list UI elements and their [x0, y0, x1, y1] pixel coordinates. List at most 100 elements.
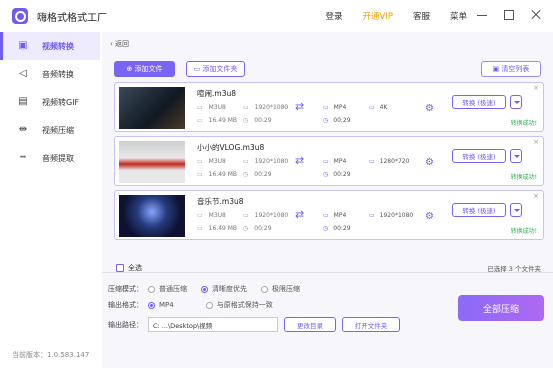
format-icon: ▭ [197, 212, 203, 219]
vip-link[interactable]: 开通VIP [363, 10, 393, 22]
status-text: 转换成功! [510, 228, 537, 235]
convert-button[interactable]: 转换 (极速) [452, 203, 506, 217]
remove-file-icon[interactable]: × [533, 192, 539, 200]
output-resolution: ▭ 4K [369, 104, 387, 111]
service-link[interactable]: 客服 [413, 10, 430, 22]
divider [102, 272, 553, 273]
status-text: 转换成功! [510, 120, 537, 127]
resolution-icon: ▭ [243, 158, 249, 165]
input-format-value: M3U8 [208, 212, 226, 219]
radio-normal-compress[interactable]: 普通压缩 [148, 284, 187, 294]
folder-icon: ▭ [197, 117, 203, 124]
radio-extreme-compress[interactable]: 极限压缩 [261, 284, 300, 294]
settings-gear-icon[interactable]: ⚙ [425, 157, 434, 168]
convert-button[interactable]: 转换 (极速) [452, 95, 506, 109]
convert-dropdown-icon[interactable] [510, 95, 522, 109]
sidebar-item-video-convert[interactable]: ▣ 视频转换 [0, 32, 100, 60]
radio-mp4[interactable]: MP4 [148, 301, 174, 309]
back-button[interactable]: ‹ 返回 [110, 39, 129, 49]
sidebar-item-audio-convert[interactable]: ◁ 音频转换 [0, 60, 100, 88]
convert-dropdown-icon[interactable] [510, 203, 522, 217]
resolution-icon: ▭ [243, 212, 249, 219]
convert-dropdown-icon[interactable] [510, 149, 522, 163]
output-resolution-value: 1280*720 [379, 158, 410, 165]
checkbox-icon[interactable] [116, 264, 124, 272]
clear-list-button[interactable]: ▣ 清空列表 [481, 61, 541, 77]
input-resolution: ▭ 1920*1080 [243, 158, 288, 165]
change-directory-button[interactable]: 更改目录 [284, 317, 336, 332]
output-duration: ◷ 00:29 [323, 225, 351, 232]
sidebar-item-video-to-gif[interactable]: ▤ 视频转GIF [0, 88, 100, 116]
sidebar-item-label: 音频提取 [42, 153, 74, 163]
maximize-icon[interactable] [504, 10, 514, 20]
input-format: ▭ M3U8 [197, 104, 226, 111]
main-panel: ‹ 返回 ⊕ 添加文件 ▭ 添加文件夹 ▣ 清空列表 喧闹.m3u8 ▭ M3U8… [102, 32, 553, 368]
remove-file-icon[interactable]: × [533, 138, 539, 146]
file-card: 喧闹.m3u8 ▭ M3U8 ▭ 1920*1080 ▭ 16.49 MB ◷ 00:2… [114, 82, 544, 132]
output-format-row: 输出格式： MP4 与原格式保持一致 [108, 300, 287, 310]
sidebar-item-audio-extract[interactable]: ┅ 音频提取 [0, 144, 100, 172]
output-resolution-value: 4K [379, 104, 388, 111]
radio-icon[interactable] [201, 285, 208, 293]
clock-icon: ◷ [243, 225, 249, 232]
radio-icon[interactable] [148, 301, 155, 309]
input-resolution-value: 1920*1080 [254, 104, 289, 111]
file-name: 小小的VLOG.m3u8 [197, 143, 265, 152]
settings-gear-icon[interactable]: ⚙ [425, 103, 434, 114]
gif-icon: ▤ [18, 96, 28, 107]
status-text: 转换成功! [510, 174, 537, 181]
clock-icon: ◷ [243, 117, 249, 124]
folder-icon: ▭ [197, 171, 203, 178]
resolution-icon: ▭ [369, 212, 375, 219]
radio-clarity-first[interactable]: 清晰度优先 [201, 284, 247, 294]
output-resolution: ▭ 1920*1080 [369, 212, 413, 219]
file-name: 音乐节.m3u8 [197, 197, 244, 206]
add-folder-button[interactable]: ▭ 添加文件夹 [186, 61, 245, 77]
resolution-icon: ▭ [369, 104, 375, 111]
add-file-button[interactable]: ⊕ 添加文件 [114, 61, 175, 77]
sidebar-item-video-compress[interactable]: ⇹ 视频压缩 [0, 116, 100, 144]
top-menu: 登录 开通VIP 客服 菜单 [326, 0, 468, 32]
format-icon: ▭ [197, 158, 203, 165]
login-link[interactable]: 登录 [326, 10, 343, 22]
output-path-row: 输出路径： C: ...\Desktop\视频 更改目录 打开文件夹 [108, 317, 400, 332]
output-format-value: MP4 [333, 212, 347, 219]
input-duration: ◷ 00:29 [243, 117, 272, 124]
input-duration: ◷ 00:29 [243, 225, 272, 232]
remove-file-icon[interactable]: × [533, 84, 539, 92]
output-resolution-value: 1920*1080 [379, 212, 414, 219]
add-folder-label: 添加文件夹 [202, 65, 238, 73]
resolution-icon: ▭ [369, 158, 375, 165]
settings-gear-icon[interactable]: ⚙ [425, 211, 434, 222]
open-folder-button[interactable]: 打开文件夹 [342, 317, 400, 332]
radio-icon[interactable] [261, 285, 268, 293]
menu-link[interactable]: 菜单 [450, 10, 467, 22]
format-icon: ▭ [197, 104, 203, 111]
minimize-icon[interactable] [477, 10, 487, 20]
radio-label: MP4 [159, 301, 174, 309]
compress-all-button[interactable]: 全部压缩 [458, 295, 544, 321]
input-format: ▭ M3U8 [197, 212, 226, 219]
input-duration-value: 00:29 [254, 171, 272, 178]
output-format-value: MP4 [333, 104, 347, 111]
input-format: ▭ M3U8 [197, 158, 226, 165]
sidebar-item-label: 视频转GIF [42, 97, 80, 107]
format-icon: ▭ [323, 158, 329, 165]
radio-icon[interactable] [205, 301, 213, 309]
output-format: ▭ MP4 [323, 212, 346, 219]
output-format-label: 输出格式： [108, 301, 143, 309]
radio-keep-original[interactable]: 与原格式保持一致 [205, 300, 273, 310]
clear-list-label: 清空列表 [501, 65, 530, 73]
video-thumbnail [119, 195, 185, 237]
input-size-value: 16.49 MB [208, 225, 238, 232]
sidebar-item-label: 视频转换 [42, 41, 74, 51]
version-text: 当前版本：1.0.583.147 [12, 351, 90, 359]
output-path-input[interactable]: C: ...\Desktop\视频 [148, 317, 278, 332]
audio-extract-icon: ┅ [19, 152, 27, 163]
input-duration: ◷ 00:29 [243, 171, 272, 178]
radio-label: 与原格式保持一致 [216, 301, 273, 309]
convert-button[interactable]: 转换 (极速) [452, 149, 506, 163]
radio-icon[interactable] [148, 285, 155, 293]
output-resolution: ▭ 1280*720 [369, 158, 409, 165]
close-icon[interactable] [531, 10, 541, 20]
